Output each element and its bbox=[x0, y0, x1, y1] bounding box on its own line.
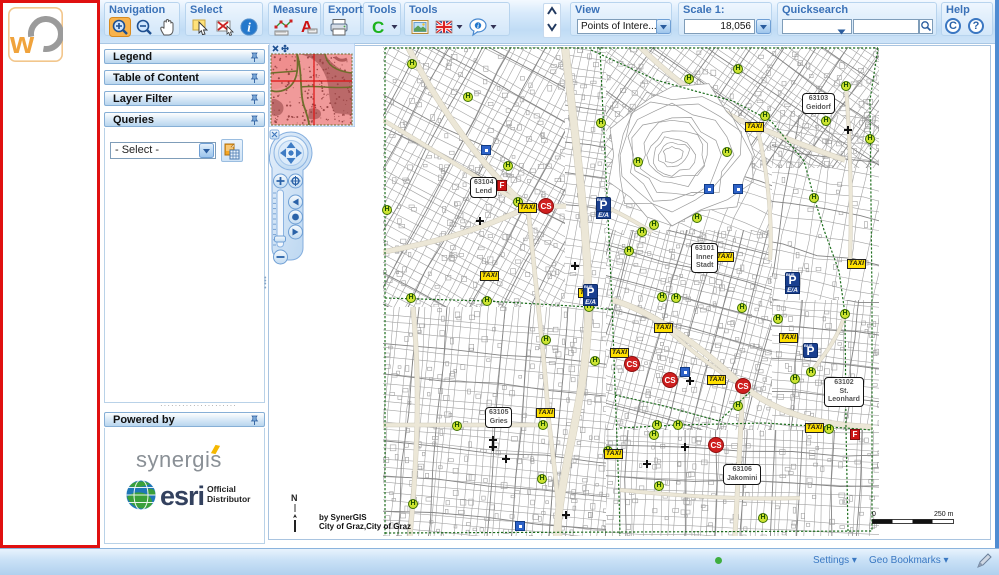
svg-text:Distributor: Distributor bbox=[207, 494, 251, 504]
svg-text:i: i bbox=[477, 23, 479, 30]
svg-text:i: i bbox=[247, 19, 251, 34]
svg-text:w: w bbox=[9, 25, 35, 60]
svg-text:esri: esri bbox=[160, 481, 204, 511]
svg-text:Official: Official bbox=[207, 484, 236, 494]
svg-text:C: C bbox=[372, 18, 384, 37]
svg-text:N: N bbox=[291, 493, 298, 503]
